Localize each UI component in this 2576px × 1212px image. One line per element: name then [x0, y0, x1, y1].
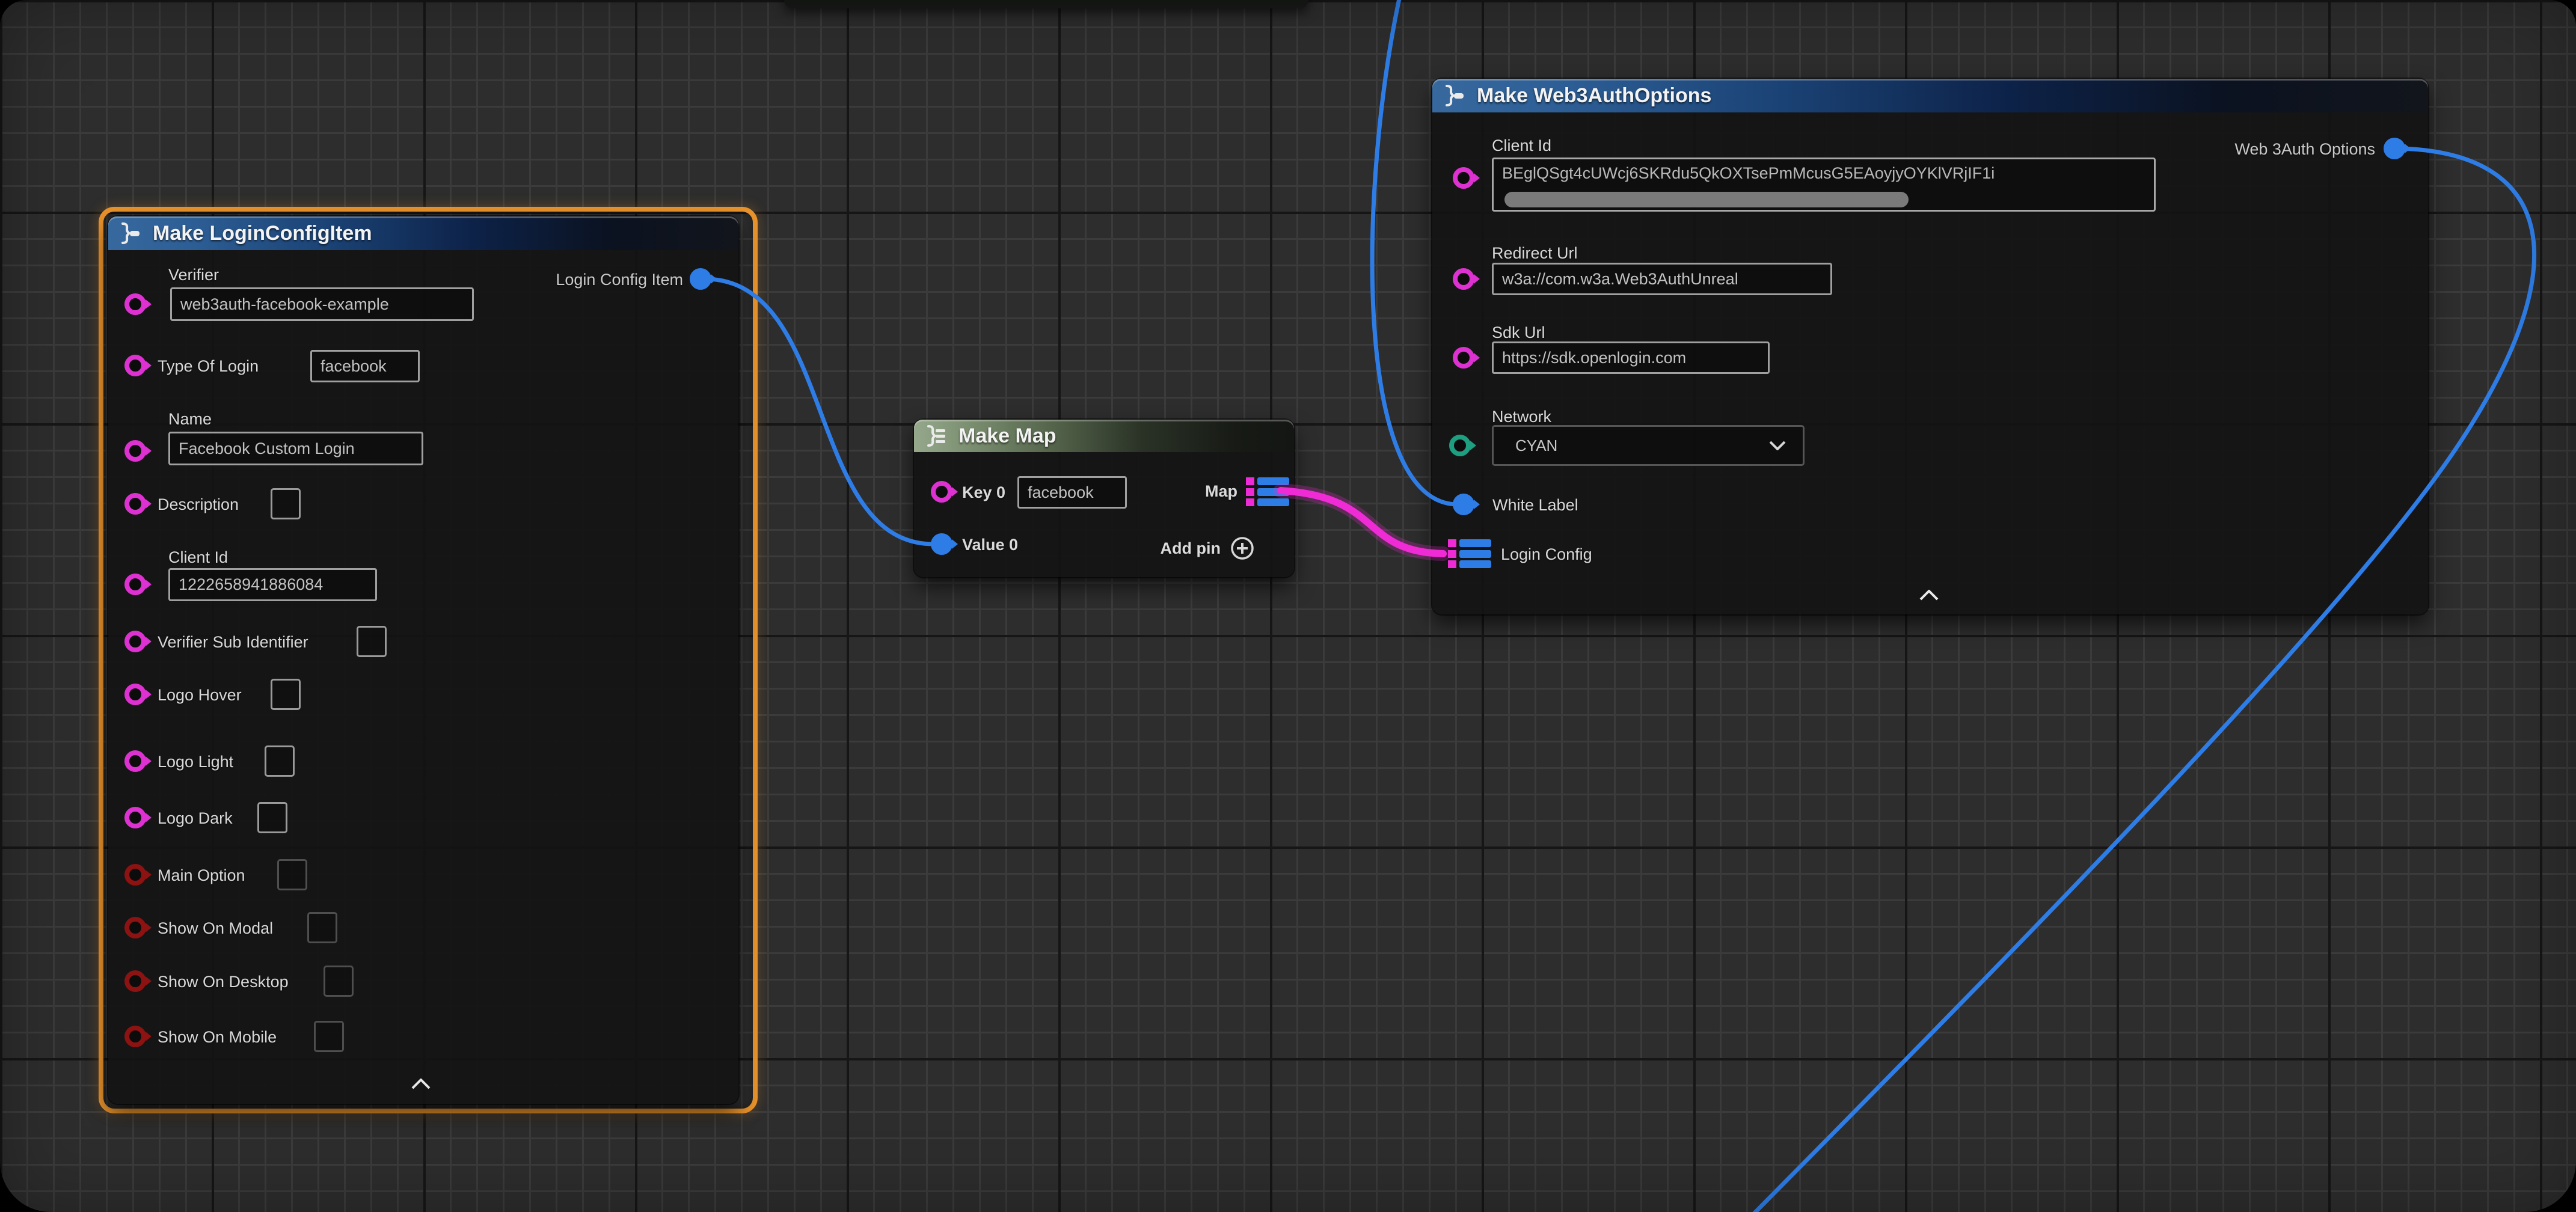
pin-redirect-url[interactable]	[1453, 268, 1474, 290]
sdk-url-input[interactable]: https://sdk.openlogin.com	[1492, 341, 1770, 374]
show-on-desktop-label: Show On Desktop	[158, 973, 289, 991]
verifier-sub-identifier-input[interactable]	[357, 626, 387, 657]
main-option-label: Main Option	[158, 866, 245, 885]
pin-show-on-modal[interactable]	[124, 917, 146, 938]
make-map-icon	[924, 423, 949, 448]
white-label-label: White Label	[1492, 496, 1578, 515]
map-output-label: Map	[1205, 482, 1237, 501]
wire-map-to-login-config[interactable]	[1281, 491, 1443, 554]
show-on-mobile-label: Show On Mobile	[158, 1028, 277, 1047]
pin-show-on-mobile[interactable]	[124, 1026, 146, 1047]
wire-map-to-login-config-glow	[1281, 491, 1443, 554]
redirect-url-label: Redirect Url	[1492, 244, 1578, 263]
client-id-scrollbar[interactable]	[1504, 192, 1909, 207]
blueprint-graph-canvas[interactable]: Make LoginConfigItem Login Config Item V…	[0, 0, 2576, 1212]
output-pin-label: Login Config Item	[556, 271, 683, 289]
network-selected-value: CYAN	[1515, 436, 1557, 455]
logo-dark-label: Logo Dark	[158, 809, 233, 828]
description-input[interactable]	[271, 488, 301, 519]
logo-dark-input[interactable]	[257, 802, 287, 833]
show-on-mobile-checkbox[interactable]	[314, 1021, 344, 1052]
add-pin-button[interactable]: Add pin	[1161, 535, 1256, 562]
login-config-label: Login Config	[1501, 545, 1592, 564]
pin-verifier[interactable]	[124, 293, 146, 315]
logo-hover-input[interactable]	[271, 679, 301, 710]
description-label: Description	[158, 495, 239, 514]
window: Make LoginConfigItem Login Config Item V…	[0, 0, 2576, 1212]
node-make-loginconfigitem[interactable]: Make LoginConfigItem Login Config Item V…	[108, 216, 738, 1104]
pin-logo-dark[interactable]	[124, 807, 146, 828]
pin-type-of-login[interactable]	[124, 355, 146, 376]
verifier-input[interactable]: web3auth-facebook-example	[170, 287, 474, 321]
client-id-input[interactable]: 1222658941886084	[168, 568, 377, 601]
client-id-text: BEglQSgt4cUWcj6SKRdu5QkOXTsePmMcusG5EAoy…	[1502, 164, 2150, 183]
pin-logo-hover[interactable]	[124, 684, 146, 705]
node-header[interactable]: Make Map	[914, 420, 1294, 452]
collapse-chevron-icon[interactable]	[1918, 589, 1940, 605]
node-title: Make LoginConfigItem	[153, 222, 372, 245]
main-option-checkbox[interactable]	[277, 859, 307, 890]
client-id-label: Client Id	[1492, 136, 1551, 155]
show-on-modal-label: Show On Modal	[158, 919, 273, 938]
verifier-sub-identifier-label: Verifier Sub Identifier	[158, 633, 308, 652]
make-struct-icon	[1442, 83, 1467, 108]
type-of-login-label: Type Of Login	[158, 357, 259, 376]
value-0-label: Value 0	[962, 536, 1018, 554]
client-id-input[interactable]: BEglQSgt4cUWcj6SKRdu5QkOXTsePmMcusG5EAoy…	[1492, 158, 2156, 212]
key-0-label: Key 0	[962, 483, 1005, 502]
pin-value-0[interactable]	[931, 533, 952, 555]
logo-light-input[interactable]	[265, 745, 295, 777]
show-on-desktop-checkbox[interactable]	[324, 966, 354, 997]
redirect-url-input[interactable]: w3a://com.w3a.Web3AuthUnreal	[1492, 263, 1832, 295]
collapse-chevron-icon[interactable]	[410, 1077, 432, 1094]
show-on-modal-checkbox[interactable]	[307, 912, 337, 943]
offscreen-node-top[interactable]	[784, 0, 1308, 8]
verifier-label: Verifier	[168, 266, 219, 284]
network-label: Network	[1492, 408, 1551, 426]
pin-network[interactable]	[1449, 435, 1471, 456]
node-make-web3authoptions[interactable]: Make Web3AuthOptions Web 3Auth Options C…	[1432, 79, 2428, 614]
output-pin-label: Web 3Auth Options	[2234, 140, 2375, 159]
sdk-url-label: Sdk Url	[1492, 323, 1545, 342]
pin-sdk-url[interactable]	[1453, 347, 1474, 369]
node-title: Make Map	[958, 424, 1056, 448]
pin-logo-light[interactable]	[124, 750, 146, 772]
name-input[interactable]: Facebook Custom Login	[168, 432, 423, 465]
pin-white-label[interactable]	[1453, 494, 1474, 515]
pin-show-on-desktop[interactable]	[124, 970, 146, 992]
add-pin-plus-icon	[1229, 535, 1256, 562]
client-id-label: Client Id	[168, 548, 228, 567]
pin-client-id[interactable]	[124, 574, 146, 595]
node-make-map[interactable]: Make Map Key 0 facebook Map Value 0 Add …	[914, 420, 1294, 577]
make-struct-icon	[118, 221, 143, 246]
type-of-login-input[interactable]: facebook	[310, 350, 420, 382]
pin-map-output[interactable]	[1246, 477, 1289, 506]
key-0-input[interactable]: facebook	[1017, 476, 1127, 509]
logo-light-label: Logo Light	[158, 753, 233, 771]
name-label: Name	[168, 410, 212, 429]
pin-verifier-sub-identifier[interactable]	[124, 631, 146, 652]
chevron-down-icon	[1768, 439, 1787, 451]
pin-name[interactable]	[124, 440, 146, 462]
node-header[interactable]: Make Web3AuthOptions	[1432, 79, 2428, 112]
pin-login-config-item-output[interactable]	[690, 268, 711, 290]
node-header[interactable]: Make LoginConfigItem	[108, 216, 738, 250]
pin-main-option[interactable]	[124, 864, 146, 886]
pin-client-id[interactable]	[1453, 167, 1474, 189]
node-title: Make Web3AuthOptions	[1477, 84, 1711, 108]
network-dropdown[interactable]: CYAN	[1492, 425, 1805, 466]
add-pin-label: Add pin	[1161, 539, 1221, 558]
pin-description[interactable]	[124, 493, 146, 515]
logo-hover-label: Logo Hover	[158, 686, 242, 705]
pin-login-config[interactable]	[1448, 539, 1491, 568]
pin-key-0[interactable]	[931, 481, 952, 503]
pin-web3auth-options-output[interactable]	[2384, 138, 2405, 159]
